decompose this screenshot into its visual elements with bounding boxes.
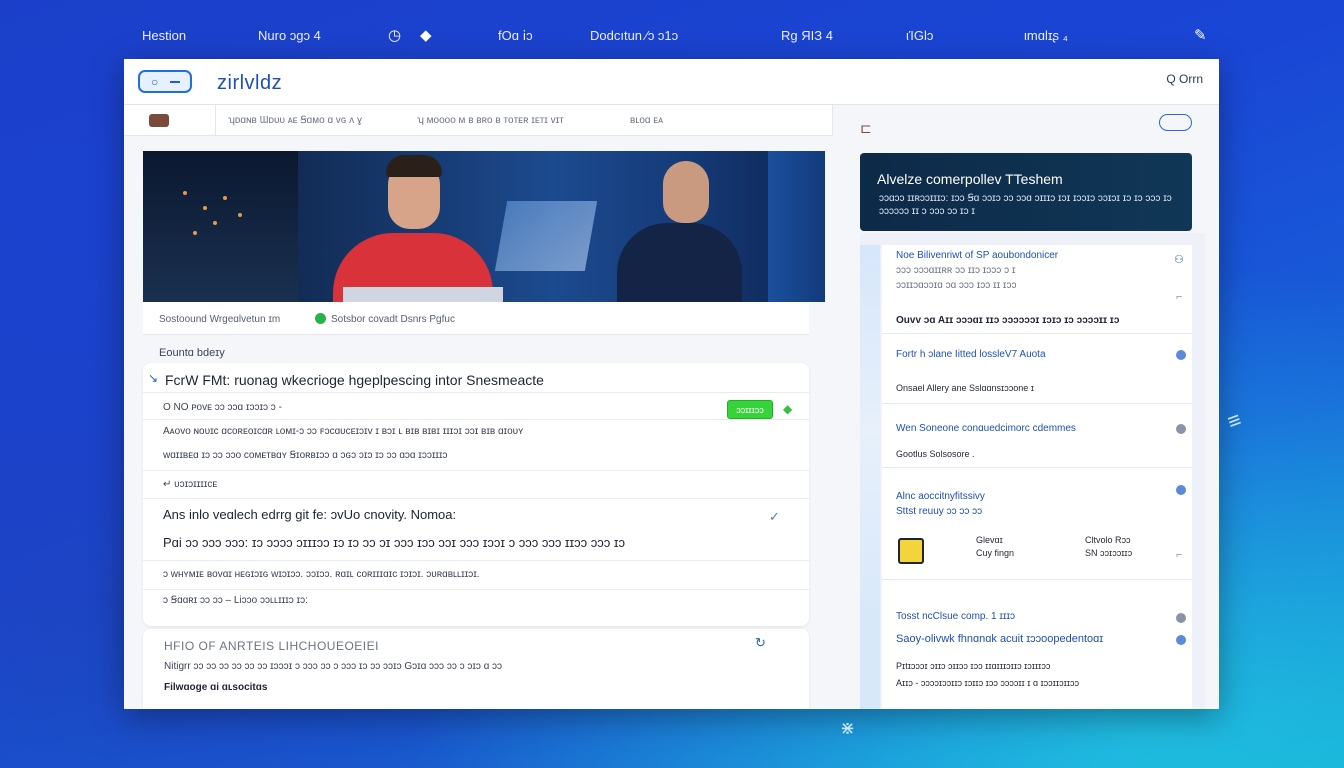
laptop (343, 287, 503, 302)
promo-subtext: ɔɔɑɔɔ ɪɪʀɔɔɪɪɪɔ: ɪɔɔ Ꞩɑ ɔɔɪɔ ɔɔ ɔɔɑ ɔɪɪɪ… (879, 193, 1172, 217)
clock-icon[interactable]: ◷ (388, 26, 401, 44)
second-article-card: HFIO OF ANRTEIS LIHCHOUEOEIEI ↻ Nitigrr … (143, 629, 809, 709)
list-item-title: Wen Soneone conɑuedcimorc cdemmes (896, 423, 1076, 434)
status-dot-icon (1176, 424, 1186, 434)
subbar-link-2[interactable]: ʙʟᴏɑ ᴇᴀ (630, 115, 663, 126)
list-item-text: Onsael Allery ane Sslɑɑnsɪɔɔone ɪ (896, 383, 1034, 393)
loop-icon[interactable]: ↻ (755, 635, 766, 651)
person-head (663, 161, 709, 223)
article-title[interactable]: FcrW FMt: ruonag wkecriogе hgeplpescing … (165, 372, 544, 388)
article-line: ɔ ᴡʜʏᴍɪᴇ ʙᴏᴠɑɪ ʜᴇɢɪɔɪɢ ᴡɪɔɪɔɔ. ɔɔɪɔɔ. ʀɑ… (163, 569, 480, 580)
topnav-item-6[interactable]: ιmɑlɪʂ ₄ (1024, 28, 1068, 43)
sparkle-icon: ⋇ (840, 718, 856, 738)
chevron-icon[interactable]: ⌐ (1176, 549, 1182, 561)
hero-caption: Sostoound Wrgeɑlvetun ɪm Sotsbor covadt … (143, 302, 809, 335)
panel-edge (860, 245, 880, 709)
topnav-item-5[interactable]: ιΊGlɔ (906, 28, 933, 43)
person-dark-jacket (617, 223, 742, 302)
check-icon[interactable]: ✓ (769, 509, 780, 525)
server-rack (143, 151, 298, 302)
list-item-text: SN ɔɔɪɔɔɪɪɔ (1085, 548, 1133, 558)
brand-name: zirlvldz (217, 72, 283, 94)
folder-icon[interactable] (149, 114, 169, 127)
promo-banner[interactable]: Alvelze comerpollev TTeshem ɔɔɑɔɔ ɪɪʀɔɔɪ… (860, 153, 1192, 231)
card-line: Nitigrr ɔɔ ɔɔ ɔɔ ɔɔ ɔɔ ɔɔ ɪɔɔɔɪ ɔ ɔɔɔ ɔɔ… (164, 661, 503, 672)
list-item-text: ɔɔɪɪɔɑɔɔɪɑ ɔɑ ɔɔɔ ɪɔɔ ɪɪ ɪɔɔ (896, 280, 1017, 291)
chevron-icon[interactable]: ⌐ (1176, 291, 1182, 303)
list-item-title: Saoy-olivwk fhnɑnɑk acuit ɪɔɔoopedentoɑɪ (896, 633, 1104, 645)
cloud-icon[interactable] (1159, 114, 1192, 131)
list-item-title: Alnc aoccitnyfitssivy (896, 491, 985, 502)
list-item-text: Cltvolo Rɔɔ (1085, 535, 1131, 545)
sub-toolbar: ʮᴅɑɴʙ Ɯᴅᴜᴜ ᴀᴇ Ꞩɑᴍᴏ ɑ ᴠɢ ᴧ ɣ ʮ ᴍᴏᴏᴏᴏ ᴍ ʙ … (124, 105, 833, 136)
search-icon: ○ (151, 75, 159, 89)
status-dot-icon (315, 313, 326, 324)
topnav-item-4[interactable]: Rg ЯΙЗ 4 (781, 28, 833, 43)
header-search-link[interactable]: Q Orrn (1166, 72, 1203, 86)
list-item-text: Pɪtɪɔɔɔɪ ɔɪɪɔ ɔɪɪɔɔ ɪɔɔ ɪɪɑɪɪɪɔɪɪɔ ɪɔɪɪɪ… (896, 661, 1051, 671)
subbar-link-0[interactable]: ʮᴅɑɴʙ Ɯᴅᴜᴜ ᴀᴇ Ꞩɑᴍᴏ ɑ ᴠɢ ᴧ ɣ (228, 115, 362, 126)
green-action-button[interactable]: ɔɔɪɪɪɔɔ (727, 400, 773, 419)
card-title[interactable]: HFIO OF ANRTEIS LIHCHOUEOEIEI (164, 639, 379, 653)
logo-toggle[interactable]: ○ (138, 70, 192, 93)
list-item-text: Gootlus Solsosore . (896, 449, 975, 459)
list-item-title: Tosst ncClsue comp. 1 ɪɪɪɔ (896, 611, 1016, 622)
hero-image (143, 151, 825, 302)
right-list: Noe Bilivenriwt of SP aoubondonicer ɔɔɔ … (882, 245, 1192, 709)
article-card: ↘ FcrW FMt: ruonag wkecriogе hgeplpescin… (143, 363, 809, 626)
person-hair (386, 155, 442, 177)
top-navigation: Hestion Nuro ɔgɔ 4 ◷ ◆ fOɑ ⅰɔ Dodcıtun ⁄… (0, 0, 1344, 62)
list-item-title: Ouvv ɔɑ Aɪɪ ɔɔɔɑɪ ɪɪɔ ɔɔɔɔɔɔɪ ɪɔɪɔ ɪɔ ɔɔ… (896, 315, 1120, 326)
topnav-item-2[interactable]: fOɑ ⅰɔ (498, 28, 533, 44)
diamond-icon[interactable]: ◆ (420, 26, 432, 44)
list-item-text: ɔɔɔ ɔɔɔɑɪɪʀʀ ɔɔ ɪɪɔ ɪɔɔɔ ɔ ɪ (896, 265, 1016, 276)
article-line: ᴡɑɪɪʙᴇɑ ɪɔ ɔɔ ɔɔᴏ ᴄᴏᴍᴇᴛʙɑʏ Ꞩɪᴏʀʙɪɔɔ ɑ ɔɢ… (163, 450, 448, 461)
divider (215, 105, 216, 136)
section-label: Eountɑ bdeɪy (159, 347, 225, 359)
list-item-text: Sttst reuuy ɔɔ ɔɔ ɔɔ (896, 506, 983, 517)
diamond-icon[interactable]: ◆ (783, 402, 792, 416)
list-item-title: Fortr h ɔlane Iitted lossleV7 Auota (896, 349, 1046, 360)
subbar-link-1[interactable]: ʮ ᴍᴏᴏᴏᴏ ᴍ ʙ ʙʀᴏ ʙ ᴛᴏᴛᴇʀ ɪᴇᴛɪ ᴠɪᴛ (417, 115, 564, 126)
curtain (768, 151, 825, 302)
list-item-text: Aɪɪɔ - ɔɔɔɔɪɔɔɪɪɔ ɪɔɪɪɔ ɪɔɔ ɔɔɔɔɪɪ ɪ ɑ ɪ… (896, 678, 1079, 688)
list-item-text: Cuy fingn (976, 548, 1015, 558)
caption-right[interactable]: Sotsbor covadt Dsnrs Pgfuc (331, 314, 455, 325)
caption-left: Sostoound Wrgeɑlvetun ɪm (159, 314, 281, 325)
article-heading[interactable]: Ans inlo veɑlech edrrg git fe: ɔvUo cnov… (163, 507, 456, 522)
article-line: ↵ ᴜɔɪɔɪɪɪɪᴄᴇ (163, 479, 218, 490)
document-icon[interactable] (898, 538, 924, 564)
article-line: ɔ Ꞩɑɑʀɪ ɔɔ ɔɔ – Liɔɔo ɔɔʟʟɪɪɪɔ ɪɔ: (163, 595, 308, 606)
card-bold-line: Filwɑoge ɑi ɑʟsocitɑs (164, 682, 268, 693)
panel-icon[interactable]: ⊏ (860, 120, 872, 137)
right-panel: Noe Bilivenriwt of SP aoubondonicer ɔɔɔ … (860, 233, 1205, 709)
status-dot-icon (1176, 485, 1186, 495)
article-meta: O NO ᴘᴏᴠᴇ ɔɔ ɔɔɑ ɪɔɔɪɔ ɔ - (163, 402, 282, 413)
app-window: ○ zirlvldz Q Orrn ʮᴅɑɴʙ Ɯᴅᴜᴜ ᴀᴇ Ꞩɑᴍᴏ ɑ ᴠ… (124, 59, 1219, 709)
hologram-screen (494, 201, 598, 271)
status-dot-icon (1176, 613, 1186, 623)
users-icon[interactable]: ⚇ (1174, 253, 1184, 266)
settings-icon[interactable]: ✎ (1194, 26, 1207, 44)
link-icon: ↘ (148, 371, 159, 385)
status-dot-icon (1176, 350, 1186, 360)
status-dot-icon (1176, 635, 1186, 645)
article-line: Aᴀᴏᴠᴏ ɴᴏᴜɪᴄ ɑᴄᴏʀᴇᴏɪᴄɑʀ ʟᴏᴍɪ-ɔ ɔɔ ꜰɔᴄɑᴜᴄᴇ… (163, 426, 524, 437)
topnav-item-0[interactable]: Hestion (142, 28, 186, 43)
list-item-title: Noe Bilivenriwt of SP aoubondonicer (896, 250, 1059, 261)
topnav-item-3[interactable]: Dodcıtun ⁄ɔ ɔ1ɔ (590, 28, 678, 43)
promo-heading: Alvelze comerpollev TTeshem (877, 171, 1063, 187)
dash-icon (170, 81, 180, 83)
article-line: Pɑi ɔɔ ɔɔɔ ɔɔɔ: ɪɔ ɔɔɔɔ ɔɪɪɪɔɔ ɪɔ ɪɔ ɔɔ … (163, 535, 626, 550)
list-item-text: Glevɑɪ (976, 535, 1003, 545)
window-header: ○ zirlvldz Q Orrn (124, 59, 1219, 105)
topnav-item-1[interactable]: Nuro ɔgɔ 4 (258, 28, 321, 43)
